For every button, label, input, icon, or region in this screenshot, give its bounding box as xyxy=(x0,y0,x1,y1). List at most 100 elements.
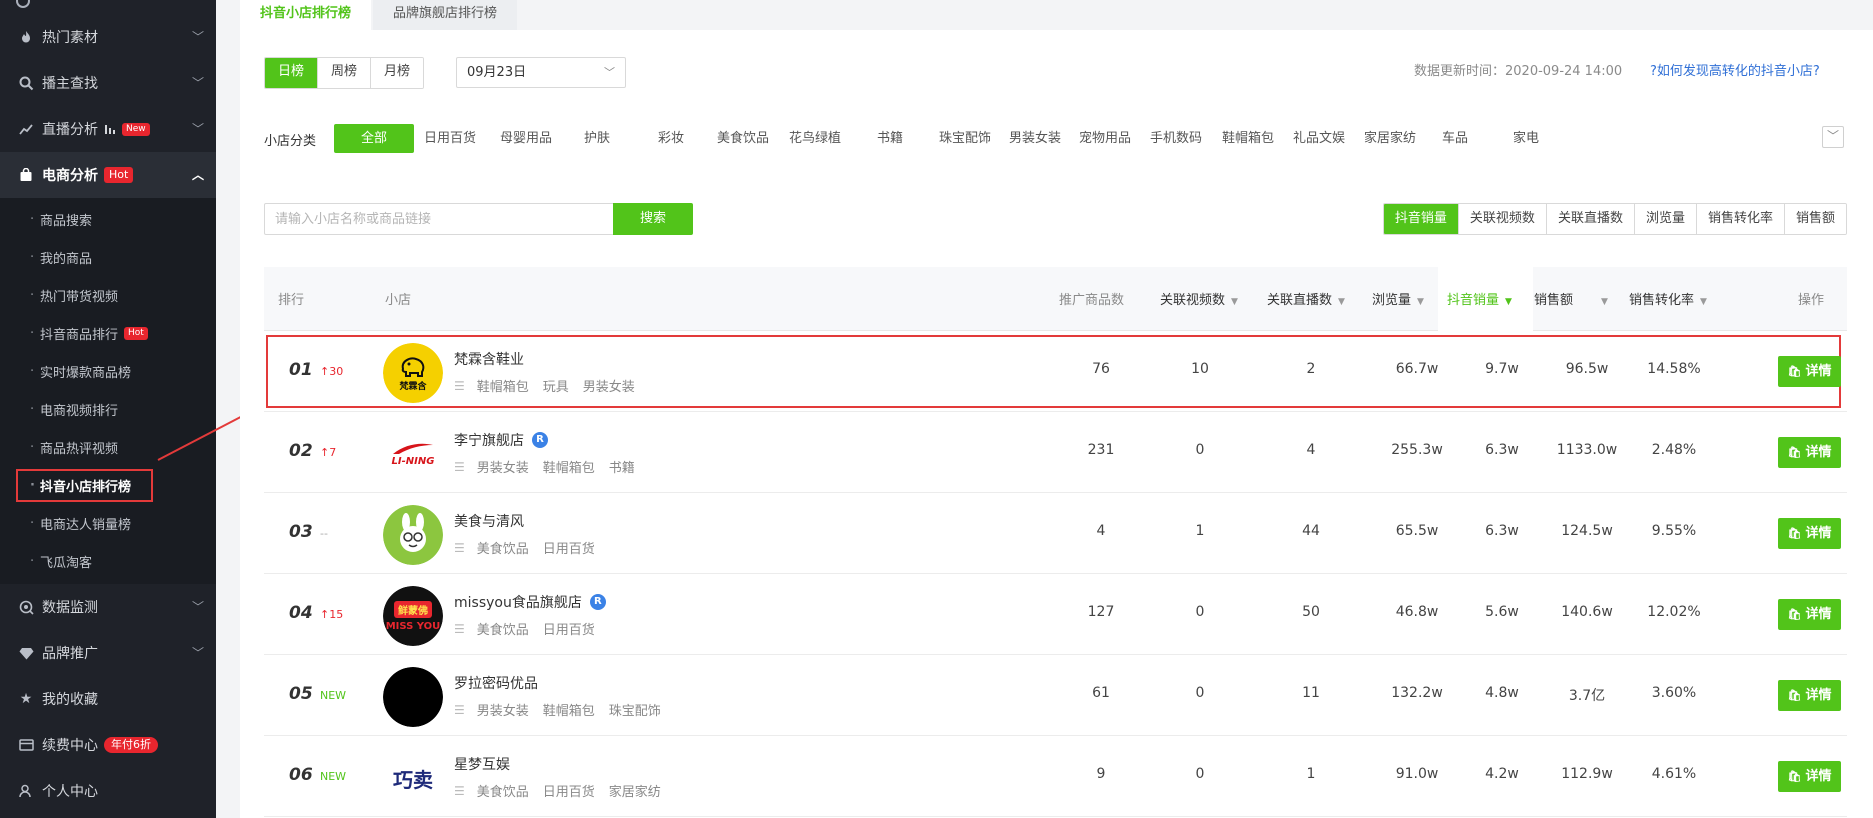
header-lives[interactable]: 关联直播数 ▼ xyxy=(1267,289,1345,308)
sidebar-item-live-analysis[interactable]: 直播分析 New ﹀ xyxy=(0,106,216,152)
category-item[interactable]: 母婴用品 xyxy=(482,124,570,153)
cell-revenue: 1133.0w xyxy=(1556,442,1618,458)
metric-views-button[interactable]: 浏览量 xyxy=(1634,204,1697,234)
header-views[interactable]: 浏览量 ▼ xyxy=(1372,289,1424,308)
expand-icon[interactable]: ﹀ xyxy=(1822,126,1844,148)
cell-lives: 2 xyxy=(1306,361,1316,377)
chevron-down-icon: ﹀ xyxy=(191,122,204,136)
shop-name[interactable]: 李宁旗舰店 R xyxy=(454,430,548,450)
sub-item-realtime-hot[interactable]: 实时爆款商品榜 xyxy=(0,352,216,390)
shop-logo[interactable] xyxy=(383,505,443,565)
sort-down-icon: ▼ xyxy=(1231,297,1238,307)
sub-item-influencer-ranking[interactable]: 电商达人销量榜 xyxy=(0,504,216,542)
sidebar-item-renewal[interactable]: 续费中心 年付6折 xyxy=(0,722,216,768)
metric-videos-button[interactable]: 关联视频数 xyxy=(1458,204,1547,234)
shop-logo[interactable]: 鲜蒙佛 MISS YOU xyxy=(383,586,443,646)
cell-promo-goods: 127 xyxy=(1087,604,1115,620)
cell-videos: 0 xyxy=(1195,766,1205,782)
sidebar-top-stub xyxy=(0,0,216,14)
sidebar-item-anchor-search[interactable]: 播主查找 ﹀ xyxy=(0,60,216,106)
sidebar-item-label: 数据监测 xyxy=(42,600,98,616)
shop-tag: 珠宝配饰 xyxy=(608,704,661,719)
gear-icon xyxy=(16,0,30,8)
sidebar-item-hot-material[interactable]: 热门素材 ﹀ xyxy=(0,14,216,60)
cell-videos: 0 xyxy=(1195,685,1205,701)
shop-logo[interactable]: 巧卖 xyxy=(383,748,443,808)
cell-views: 91.0w xyxy=(1395,766,1439,782)
sub-item-feigua-taoke[interactable]: 飞瓜淘客 xyxy=(0,542,216,580)
header-revenue[interactable]: 销售额 ▼ xyxy=(1534,289,1608,308)
cell-conversion: 9.55% xyxy=(1651,523,1697,539)
detail-button[interactable]: 🛍 详情 xyxy=(1778,761,1841,792)
metric-conversion-button[interactable]: 销售转化率 xyxy=(1696,204,1785,234)
category-item[interactable]: 车品 xyxy=(1415,124,1495,153)
lining-swoosh-icon xyxy=(393,443,433,454)
header-rank: 排行 xyxy=(278,293,305,308)
header-conversion[interactable]: 销售转化率 ▼ xyxy=(1629,289,1707,308)
cell-videos: 0 xyxy=(1195,604,1205,620)
category-item[interactable]: 全部 xyxy=(334,124,414,153)
category-item[interactable]: 花鸟绿植 xyxy=(774,124,856,153)
sidebar-item-profile[interactable]: 个人中心 xyxy=(0,768,216,814)
shop-tag: 鞋帽箱包 xyxy=(542,461,595,476)
logo-text: LI-NING xyxy=(391,455,435,467)
shop-logo[interactable] xyxy=(383,667,443,727)
date-select[interactable]: 09月23日 ﹀ xyxy=(456,57,626,88)
sidebar-item-data-monitor[interactable]: 数据监测 ﹀ xyxy=(0,584,216,630)
shop-tags: ☰ 美食饮品 日用百货 xyxy=(454,538,609,558)
sub-item-my-goods[interactable]: 我的商品 xyxy=(0,238,216,276)
sub-item-label: 电商达人销量榜 xyxy=(40,517,132,533)
category-item[interactable]: 护肤 xyxy=(564,124,630,153)
sub-item-label: 实时爆款商品榜 xyxy=(40,365,132,381)
shop-name[interactable]: 罗拉密码优品 xyxy=(454,673,538,693)
detail-label: 详情 xyxy=(1805,526,1832,541)
category-item[interactable]: 彩妆 xyxy=(639,124,703,153)
header-videos[interactable]: 关联视频数 ▼ xyxy=(1160,289,1238,308)
shop-logo[interactable]: LI-NING xyxy=(383,424,443,484)
shop-logo[interactable]: 梵霖含 xyxy=(383,343,443,403)
cell-sales: 6.3w xyxy=(1485,523,1519,539)
metric-lives-button[interactable]: 关联直播数 xyxy=(1546,204,1635,234)
cell-lives: 4 xyxy=(1306,442,1316,458)
cell-revenue: 96.5w xyxy=(1565,361,1609,377)
detail-button[interactable]: 🛍 详情 xyxy=(1778,599,1841,630)
category-item[interactable]: 家电 xyxy=(1486,124,1566,153)
shop-name[interactable]: 梵霖含鞋业 xyxy=(454,349,524,369)
metric-sales-button[interactable]: 抖音销量 xyxy=(1383,204,1459,234)
category-item[interactable]: 日用百货 xyxy=(411,124,489,153)
help-link[interactable]: ?如何发现高转化的抖音小店? xyxy=(1650,60,1820,79)
sub-item-hot-videos[interactable]: 热门带货视频 xyxy=(0,276,216,314)
shop-name[interactable]: 美食与清风 xyxy=(454,511,524,531)
rank-change: ↑30 xyxy=(320,365,344,378)
sidebar-item-favorites[interactable]: ★ 我的收藏 xyxy=(0,676,216,722)
header-sales[interactable]: 抖音销量 ▼ xyxy=(1447,289,1512,308)
sidebar-item-brand-promo[interactable]: 品牌推广 ﹀ xyxy=(0,630,216,676)
sub-item-goods-search[interactable]: 商品搜索 xyxy=(0,200,216,238)
sub-item-shop-ranking[interactable]: 抖音小店排行榜 xyxy=(0,466,216,504)
rank-change: ↑7 xyxy=(320,446,337,459)
sub-item-label: 热门带货视频 xyxy=(40,289,119,305)
shop-name[interactable]: 星梦互娱 xyxy=(454,754,510,774)
period-week-button[interactable]: 周榜 xyxy=(318,58,372,88)
detail-button[interactable]: 🛍 详情 xyxy=(1778,518,1841,549)
cell-sales: 4.2w xyxy=(1485,766,1519,782)
table-row: 02 ↑7 LI-NING 李宁旗舰店 R ☰ 男装女装 鞋帽箱包 书籍 231 0 4 255.3w 6… xyxy=(264,412,1847,493)
search-button[interactable]: 搜索 xyxy=(613,203,693,235)
sidebar-item-ecommerce[interactable]: 电商分析 Hot ︿ xyxy=(0,152,216,198)
logo-text: 鲜蒙佛 xyxy=(394,600,432,618)
chevron-down-icon: ﹀ xyxy=(604,66,615,79)
sub-item-goods-ranking[interactable]: 抖音商品排行 Hot xyxy=(0,314,216,352)
category-item[interactable]: 书籍 xyxy=(854,124,926,153)
detail-button[interactable]: 🛍 详情 xyxy=(1778,680,1841,711)
shop-name[interactable]: missyou食品旗舰店 R xyxy=(454,592,606,612)
tab-brand-ranking[interactable]: 品牌旗舰店排行榜 xyxy=(373,0,518,30)
metric-revenue-button[interactable]: 销售额 xyxy=(1784,204,1846,234)
period-day-button[interactable]: 日榜 xyxy=(265,58,319,88)
discount-badge: 年付6折 xyxy=(104,737,158,753)
metric-toggle: 抖音销量 关联视频数 关联直播数 浏览量 销售转化率 销售额 xyxy=(1382,203,1847,235)
search-input[interactable] xyxy=(264,203,614,235)
detail-button[interactable]: 🛍 详情 xyxy=(1778,356,1841,387)
detail-button[interactable]: 🛍 详情 xyxy=(1778,437,1841,468)
period-month-button[interactable]: 月榜 xyxy=(371,58,424,88)
tab-shop-ranking[interactable]: 抖音小店排行榜 xyxy=(240,0,372,30)
